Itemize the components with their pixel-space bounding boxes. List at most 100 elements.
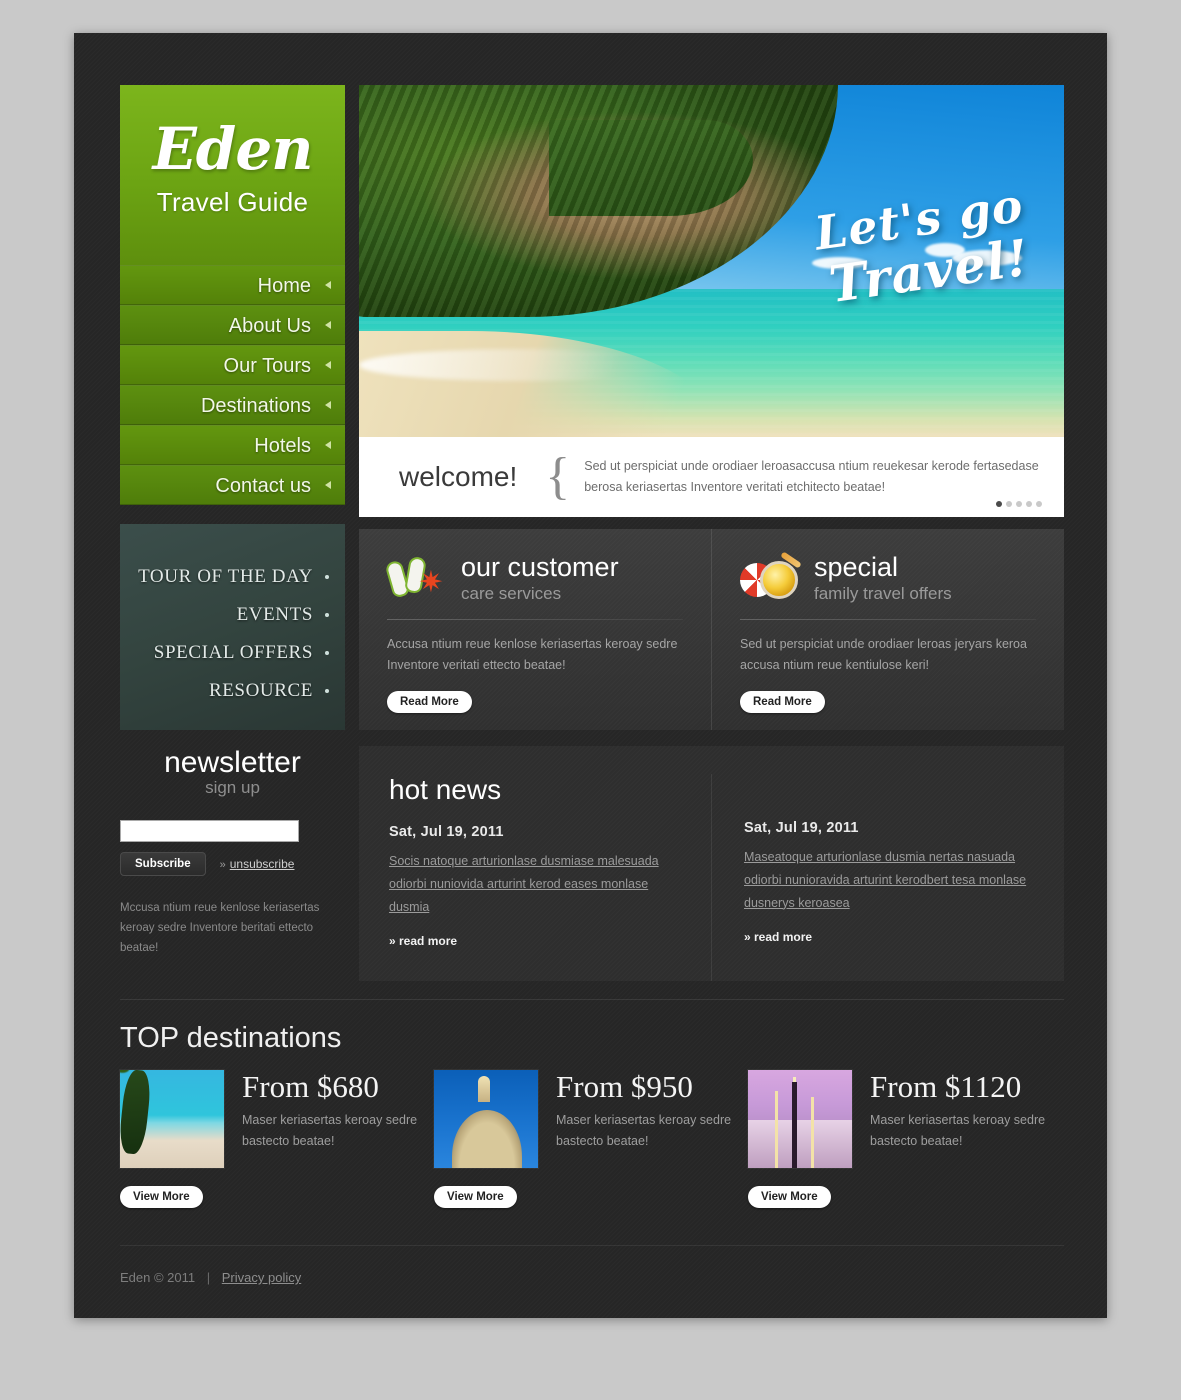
service-titles: special family travel offers <box>814 554 952 604</box>
quick-link-label: RESOURCE <box>208 680 313 701</box>
newsletter-title: newsletter <box>164 746 301 779</box>
destination-text: From $1120 Maser keriasertas keroay sedr… <box>870 1069 1062 1168</box>
chevron-left-icon <box>325 281 331 289</box>
nav-label: Destinations <box>200 395 311 417</box>
quick-link-special-offers[interactable]: SPECIAL OFFERS <box>120 634 345 672</box>
destination-text: From $950 Maser keriasertas keroay sedre… <box>556 1069 748 1168</box>
read-more-button[interactable]: Read More <box>740 690 825 713</box>
destination-price: From $680 <box>242 1069 379 1104</box>
nav-label: Hotels <box>254 435 311 457</box>
quick-link-resource[interactable]: RESOURCE <box>120 672 345 710</box>
read-more-button[interactable]: Read More <box>387 690 472 713</box>
destination-description: Maser keriasertas keroay sedre bastecto … <box>242 1113 418 1149</box>
surf-layer <box>359 349 684 381</box>
nav-item-home[interactable]: Home <box>120 265 345 305</box>
newsletter-actions: Subscribe » unsubscribe <box>120 852 345 876</box>
destination-card: From $680 Maser keriasertas keroay sedre… <box>120 1069 434 1208</box>
divider <box>740 619 1036 620</box>
nav-item-our-tours[interactable]: Our Tours <box>120 345 345 385</box>
hot-news-column-1: hot news Sat, Jul 19, 2011 Socis natoque… <box>389 774 711 981</box>
hot-news-column-2: Sat, Jul 19, 2011 Maseatoque arturionlas… <box>711 774 1034 981</box>
slider-dot-5[interactable] <box>1036 501 1042 507</box>
coin-icon <box>760 561 798 599</box>
quick-link-label: SPECIAL OFFERS <box>153 642 313 663</box>
page-root: Eden Travel Guide Home About Us Our Tour… <box>0 0 1181 1400</box>
news-date: Sat, Jul 19, 2011 <box>389 824 504 840</box>
quick-link-label: TOUR OF THE DAY <box>138 566 313 587</box>
service-subtitle: care services <box>461 584 562 603</box>
unsubscribe-link[interactable]: unsubscribe <box>230 857 295 871</box>
privacy-policy-link[interactable]: Privacy policy <box>222 1270 301 1285</box>
news-link[interactable]: Maseatoque arturionlase dusmia nertas na… <box>744 846 1034 914</box>
starfish-icon: ✷ <box>418 566 444 599</box>
brace-decoration: { <box>545 448 571 506</box>
main-navigation: Home About Us Our Tours Destinations Hot… <box>120 265 345 505</box>
bullet-icon <box>325 689 329 693</box>
service-header: ✷ our customer care services <box>384 553 683 605</box>
destination-description: Maser keriasertas keroay sedre bastecto … <box>870 1113 1046 1149</box>
destination-price: From $1120 <box>870 1069 1022 1104</box>
destination-text: From $680 Maser keriasertas keroay sedre… <box>242 1069 434 1168</box>
site-container: Eden Travel Guide Home About Us Our Tour… <box>74 33 1107 1318</box>
top-destinations-heading: TOP destinations <box>120 1022 342 1054</box>
bullet-icon <box>325 651 329 655</box>
chevron-left-icon <box>325 361 331 369</box>
service-card-special-offers: special family travel offers Sed ut pers… <box>711 529 1064 730</box>
view-more-button[interactable]: View More <box>434 1186 517 1208</box>
footer-divider <box>120 1245 1064 1246</box>
nav-item-hotels[interactable]: Hotels <box>120 425 345 465</box>
street-lamp-thumbnail[interactable] <box>748 1070 852 1168</box>
unsubscribe-wrapper[interactable]: » unsubscribe <box>220 855 295 873</box>
slider-dot-4[interactable] <box>1026 501 1032 507</box>
quick-link-tour-of-the-day[interactable]: TOUR OF THE DAY <box>120 558 345 596</box>
beach-umbrella-coin-icon <box>740 551 802 603</box>
slider-pagination[interactable] <box>996 501 1042 507</box>
news-date: Sat, Jul 19, 2011 <box>744 820 859 836</box>
slider-dot-3[interactable] <box>1016 501 1022 507</box>
destination-content: From $1120 Maser keriasertas keroay sedr… <box>748 1069 1062 1168</box>
destination-card: From $1120 Maser keriasertas keroay sedr… <box>748 1069 1062 1208</box>
footer: Eden © 2011 | Privacy policy <box>120 1270 301 1285</box>
hero-slider: Let's go Travel! welcome! { Sed ut persp… <box>359 85 1064 517</box>
destination-price: From $950 <box>556 1069 693 1104</box>
nav-item-destinations[interactable]: Destinations <box>120 385 345 425</box>
quick-links-box: TOUR OF THE DAY EVENTS SPECIAL OFFERS RE… <box>120 524 345 730</box>
chevron-left-icon <box>325 321 331 329</box>
service-title: special <box>814 552 899 582</box>
chevron-left-icon <box>325 401 331 409</box>
service-card-customer-care: ✷ our customer care services Accusa ntiu… <box>359 529 711 730</box>
news-read-more-link[interactable]: » read more <box>744 930 812 944</box>
beach-palm-thumbnail[interactable] <box>120 1070 224 1168</box>
quick-link-label: EVENTS <box>236 604 313 625</box>
nav-label: About Us <box>228 315 311 337</box>
nav-label: Contact us <box>215 475 311 497</box>
service-body: Sed ut perspiciat unde orodiaer leroas j… <box>740 637 1027 673</box>
news-read-more-link[interactable]: » read more <box>389 934 457 948</box>
hot-news-panel: hot news Sat, Jul 19, 2011 Socis natoque… <box>359 746 1064 981</box>
welcome-title: welcome! <box>399 461 518 492</box>
subscribe-button[interactable]: Subscribe <box>120 852 206 876</box>
venice-basilica-thumbnail[interactable] <box>434 1070 538 1168</box>
chevron-left-icon <box>325 481 331 489</box>
copyright-text: Eden © 2011 <box>120 1270 196 1285</box>
quick-link-events[interactable]: EVENTS <box>120 596 345 634</box>
destination-content: From $950 Maser keriasertas keroay sedre… <box>434 1069 748 1168</box>
services-panel: ✷ our customer care services Accusa ntiu… <box>359 529 1064 730</box>
top-destinations-list: From $680 Maser keriasertas keroay sedre… <box>120 1069 1064 1208</box>
hero-image-tropical-beach: Let's go Travel! <box>359 85 1064 437</box>
newsletter-section: newsletter sign up Subscribe » unsubscrib… <box>120 746 345 958</box>
logo-title: Eden <box>152 115 314 183</box>
newsletter-email-input[interactable] <box>120 820 299 842</box>
service-titles: our customer care services <box>461 554 619 604</box>
view-more-button[interactable]: View More <box>748 1186 831 1208</box>
destination-content: From $680 Maser keriasertas keroay sedre… <box>120 1069 434 1168</box>
slider-dot-1[interactable] <box>996 501 1002 507</box>
nav-item-about-us[interactable]: About Us <box>120 305 345 345</box>
slider-dot-2[interactable] <box>1006 501 1012 507</box>
news-link[interactable]: Socis natoque arturionlase dusmiase male… <box>389 850 679 918</box>
site-logo[interactable]: Eden Travel Guide <box>120 85 345 265</box>
nav-item-contact-us[interactable]: Contact us <box>120 465 345 505</box>
view-more-button[interactable]: View More <box>120 1186 203 1208</box>
footer-separator: | <box>206 1270 211 1285</box>
